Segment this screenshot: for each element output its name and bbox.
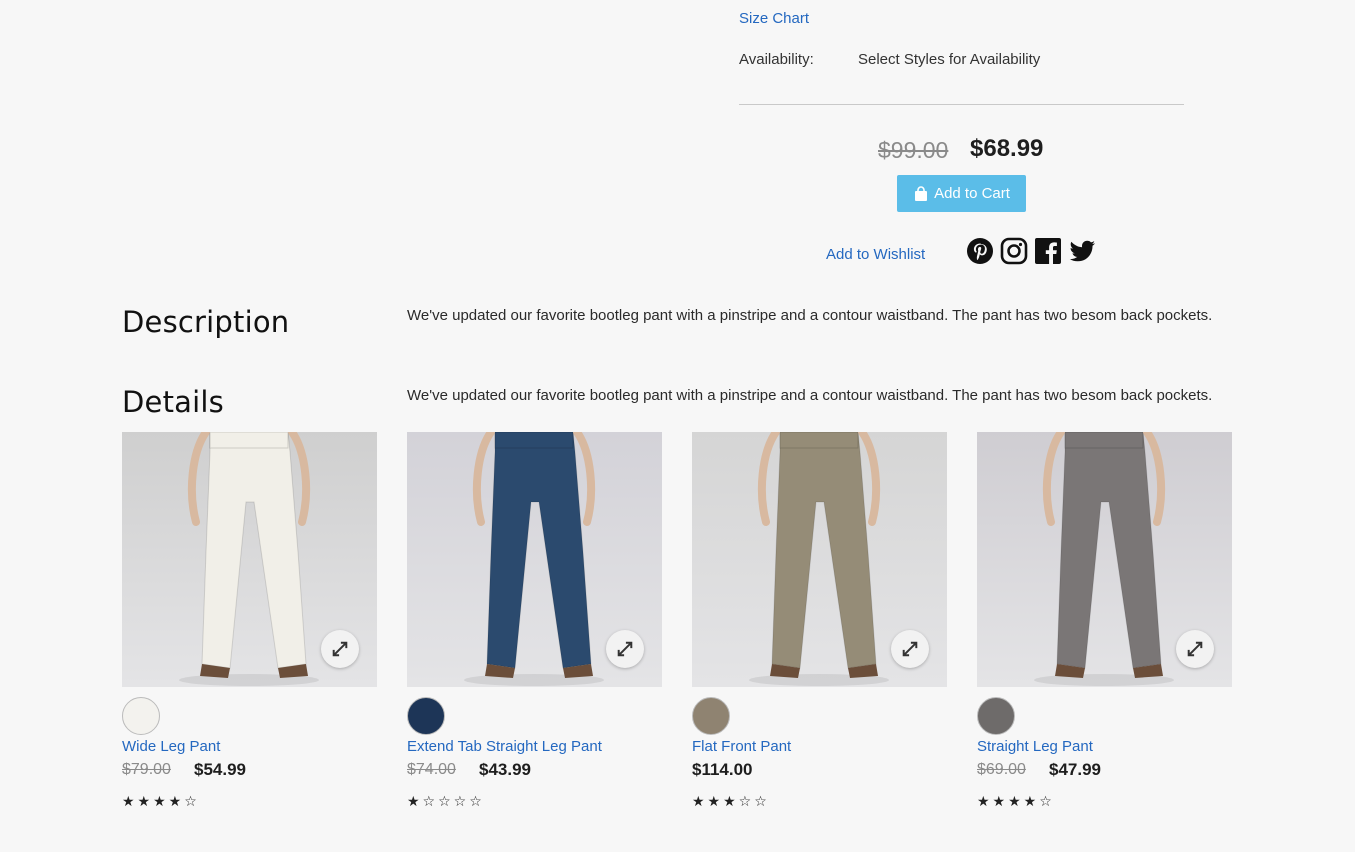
details-text: We've updated our favorite bootleg pant …: [407, 387, 1213, 404]
twitter-icon[interactable]: [1068, 237, 1096, 265]
sale-price: $47.99: [1049, 760, 1101, 779]
pinterest-icon[interactable]: [966, 237, 994, 265]
product-image[interactable]: [407, 432, 662, 687]
sale-price: $54.99: [194, 760, 246, 779]
product-name-link[interactable]: Straight Leg Pant: [977, 738, 1093, 755]
divider: [739, 104, 1184, 105]
star-rating: ★★★☆☆: [692, 794, 770, 810]
expand-icon[interactable]: [606, 630, 644, 668]
original-price: $99.00: [878, 137, 949, 163]
product-name-link[interactable]: Wide Leg Pant: [122, 738, 220, 755]
product-image[interactable]: [692, 432, 947, 687]
star-rating: ★☆☆☆☆: [407, 794, 485, 810]
sale-price: $43.99: [479, 760, 531, 779]
color-swatch[interactable]: [407, 697, 445, 735]
color-swatch[interactable]: [692, 697, 730, 735]
size-chart-link[interactable]: Size Chart: [739, 10, 809, 27]
add-to-cart-button[interactable]: Add to Cart: [897, 175, 1026, 212]
star-rating: ★★★★☆: [122, 794, 200, 810]
color-swatch[interactable]: [122, 697, 160, 735]
original-price: $74.00: [407, 761, 456, 778]
color-swatch[interactable]: [977, 697, 1015, 735]
expand-icon[interactable]: [1176, 630, 1214, 668]
availability-value: Select Styles for Availability: [858, 51, 1041, 68]
expand-icon[interactable]: [891, 630, 929, 668]
product-card[interactable]: Flat Front Pant $114.00 ★★★☆☆: [692, 432, 947, 810]
description-title: Description: [122, 305, 290, 339]
details-title: Details: [122, 385, 224, 419]
instagram-icon[interactable]: [1000, 237, 1028, 265]
sale-price: $68.99: [970, 135, 1044, 162]
product-name-link[interactable]: Extend Tab Straight Leg Pant: [407, 738, 602, 755]
facebook-icon[interactable]: [1034, 237, 1062, 265]
add-to-wishlist-link[interactable]: Add to Wishlist: [826, 246, 925, 263]
product-name-link[interactable]: Flat Front Pant: [692, 738, 791, 755]
original-price: $69.00: [977, 761, 1026, 778]
star-rating: ★★★★☆: [977, 794, 1055, 810]
product-image[interactable]: [122, 432, 377, 687]
expand-icon[interactable]: [321, 630, 359, 668]
availability-label: Availability:: [739, 51, 814, 68]
description-text: We've updated our favorite bootleg pant …: [407, 307, 1213, 324]
product-card[interactable]: Straight Leg Pant $69.00 $47.99 ★★★★☆: [977, 432, 1232, 810]
original-price: $79.00: [122, 761, 171, 778]
product-card[interactable]: Extend Tab Straight Leg Pant $74.00 $43.…: [407, 432, 662, 810]
shopping-bag-icon: [913, 185, 929, 202]
sale-price: $114.00: [692, 760, 753, 779]
product-card[interactable]: Wide Leg Pant $79.00 $54.99 ★★★★☆: [122, 432, 377, 810]
add-to-cart-label: Add to Cart: [934, 185, 1010, 202]
product-image[interactable]: [977, 432, 1232, 687]
